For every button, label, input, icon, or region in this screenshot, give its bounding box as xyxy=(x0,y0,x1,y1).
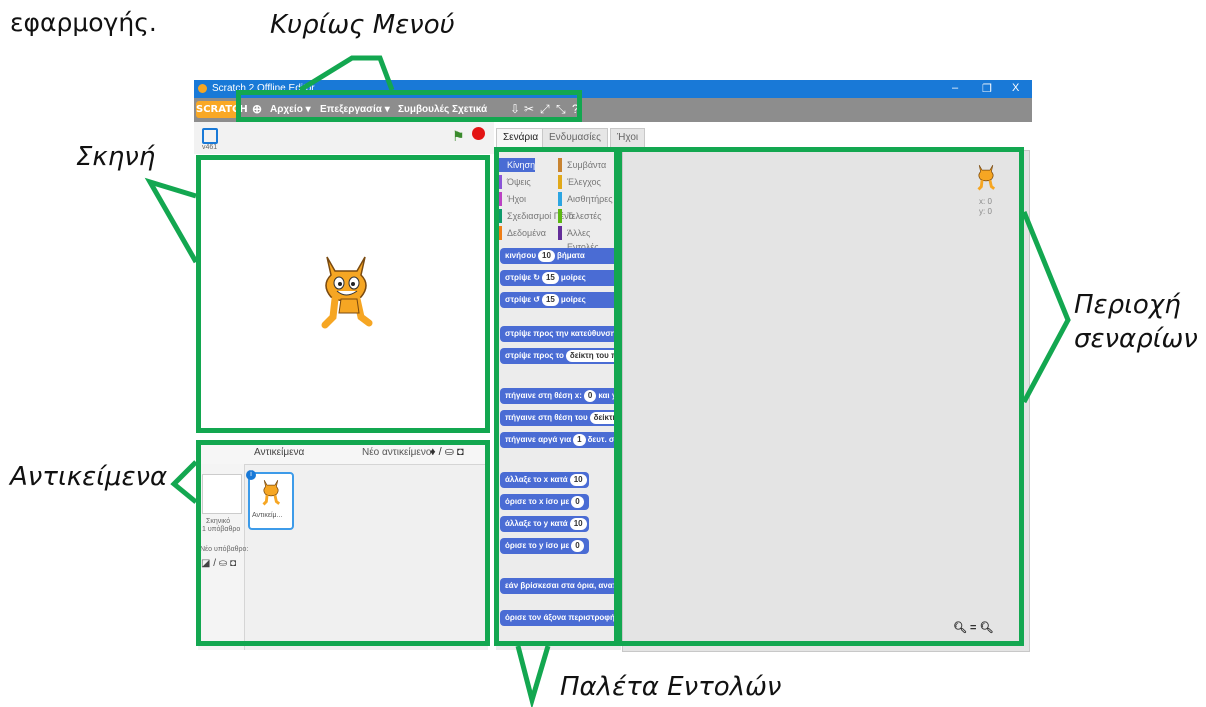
main-menu-label: Κυρίως Μενού xyxy=(270,10,455,40)
stage-label: Σκηνή xyxy=(76,142,156,172)
sprites-label: Αντικείμενα xyxy=(10,462,168,492)
palette-pointer xyxy=(515,645,551,707)
main-menu-pointer xyxy=(298,55,395,93)
palette-label: Παλέτα Εντολών xyxy=(560,672,782,702)
stage-pointer xyxy=(144,177,199,264)
scripts-pointer xyxy=(1021,211,1071,404)
scripts-area-label: Περιοχή σεναρίων xyxy=(1074,290,1198,354)
sprites-pointer xyxy=(170,460,198,504)
callout-pointers xyxy=(144,55,1071,707)
